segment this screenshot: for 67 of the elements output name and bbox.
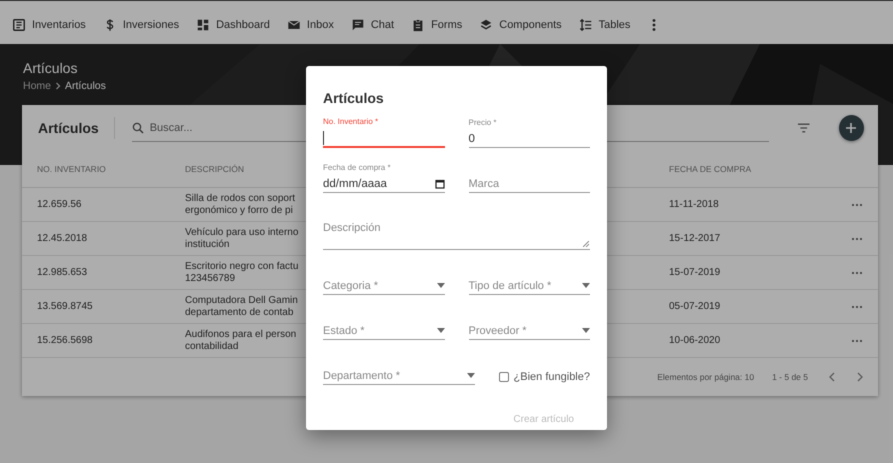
nav-item-icon <box>578 18 593 32</box>
breadcrumb-link[interactable]: Artículos <box>65 80 106 92</box>
page-title: Artículos <box>23 60 78 76</box>
date-field[interactable]: Fecha de compra * dd/mm/aaaa <box>323 161 444 193</box>
table-cell: 15-07-2019 <box>669 267 720 278</box>
table-cell: 10-06-2020 <box>669 335 720 346</box>
calendar-icon[interactable] <box>434 178 444 188</box>
page-size-label: Elementos por página: 10 <box>657 372 754 382</box>
plus-icon <box>845 122 858 134</box>
table-cell: Silla de rodos con soport ergonómico y forro de pi <box>185 193 296 216</box>
resize-handle-icon[interactable] <box>583 241 589 247</box>
table-cell: Audifonos para el person contabilidad <box>185 329 296 352</box>
add-button[interactable] <box>838 115 864 141</box>
nav-item[interactable]: Inventarios <box>12 18 86 32</box>
table-cell: Vehículo para uso interno institución <box>185 227 298 250</box>
more-actions-icon[interactable] <box>851 236 863 240</box>
nav-item[interactable]: Tables <box>578 18 630 32</box>
select-field[interactable]: Estado * <box>323 308 444 340</box>
table-cell: Escritorio negro con factu 123456789 <box>185 261 298 284</box>
nav-item-icon <box>479 18 494 32</box>
nav-item-icon <box>196 18 210 32</box>
caret-icon <box>436 283 444 288</box>
caret-icon <box>582 283 590 288</box>
nav-item-icon <box>12 18 26 32</box>
more-actions-icon[interactable] <box>851 304 863 308</box>
input-field[interactable]: No. Inventario * <box>323 116 444 148</box>
caret-icon <box>466 373 475 378</box>
select-field[interactable]: Proveedor * <box>468 308 590 340</box>
more-actions-icon[interactable] <box>851 202 863 206</box>
table-cell: 15-12-2017 <box>669 233 720 244</box>
nav-item-icon <box>350 18 365 32</box>
breadcrumb-link[interactable]: Home <box>23 80 52 92</box>
input-field[interactable]: Marca <box>468 161 590 193</box>
dialog-title: Artículos <box>323 89 385 108</box>
nav-item[interactable]: Inbox <box>286 18 334 32</box>
more-actions-icon[interactable] <box>851 338 863 342</box>
nav-item[interactable]: Components <box>479 18 562 32</box>
table-cell-text: 12.45.2018 <box>36 233 88 244</box>
nav-item[interactable]: Inversiones <box>102 18 180 32</box>
card-title: Artículos <box>38 117 115 139</box>
select-field[interactable]: Categoria * <box>323 263 444 295</box>
table-cell-text: 13.569.8745 <box>36 301 93 312</box>
select-field[interactable]: Departamento * <box>323 353 475 385</box>
select-field[interactable]: Tipo de artículo * <box>468 263 590 295</box>
nav-item-icon <box>411 18 426 32</box>
nav-item[interactable]: Dashboard <box>196 18 270 32</box>
nav-item[interactable]: Forms <box>411 18 462 32</box>
caret-icon <box>582 328 590 333</box>
caret-icon <box>436 328 444 333</box>
table-cell-text: 12.659.56 <box>36 199 82 210</box>
column-header: DESCRIPCIÓN <box>185 164 244 174</box>
page-range: 1 - 5 de 5 <box>772 372 808 382</box>
column-header: NO. INVENTARIO <box>36 164 106 174</box>
filter-icon[interactable] <box>797 121 811 135</box>
table-cell: 05-07-2019 <box>669 301 720 312</box>
more-actions-icon[interactable] <box>851 270 863 274</box>
input-field[interactable]: Precio * 0 <box>468 116 590 148</box>
search-icon <box>132 122 144 134</box>
textarea-field[interactable]: Descripción <box>323 206 590 250</box>
nav-item[interactable]: Chat <box>350 18 394 32</box>
table-cell: Computadora Dell Gamin departamento de contab <box>185 295 298 318</box>
table-cell-text: 15.256.5698 <box>36 335 93 346</box>
column-header: FECHA DE COMPRA <box>669 164 752 174</box>
chevron-right-icon <box>54 82 62 90</box>
bien-fungible-checkbox[interactable]: ¿Bien fungible? <box>498 371 590 385</box>
table-cell-text: 12.985.653 <box>36 267 88 278</box>
table-cell: 11-11-2018 <box>669 199 719 210</box>
